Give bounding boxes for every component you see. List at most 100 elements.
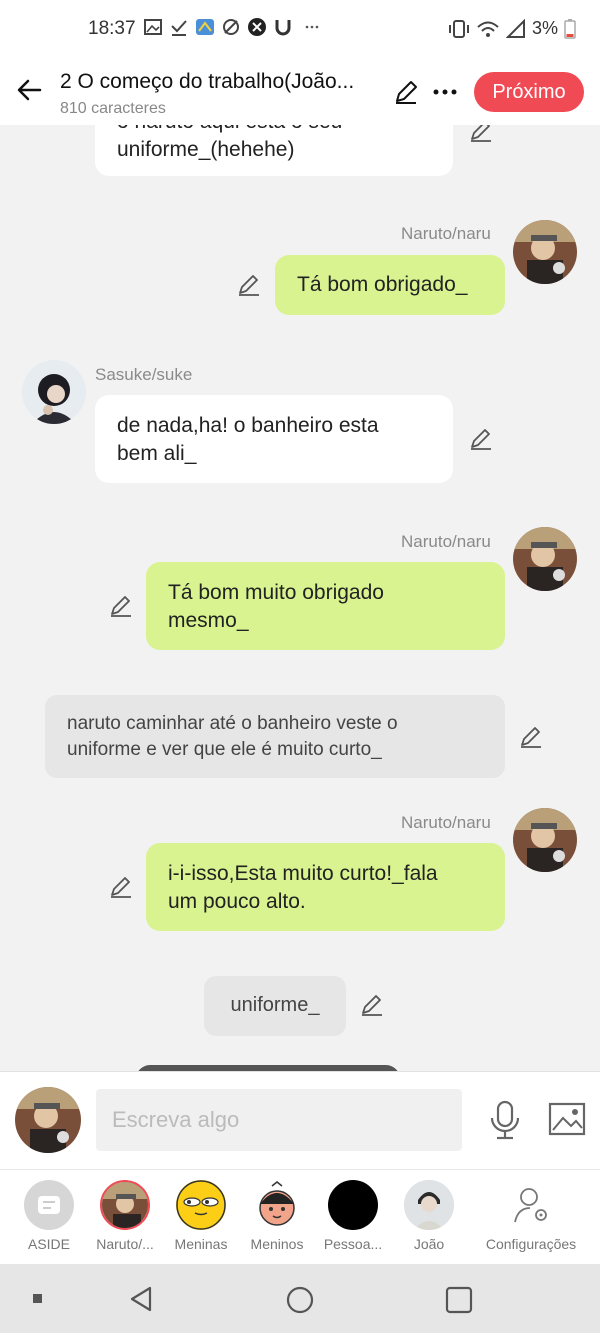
meninos-avatar	[252, 1180, 302, 1230]
user-settings-icon	[506, 1180, 556, 1230]
character-label: Meninos	[250, 1236, 304, 1252]
character-label: João	[413, 1236, 445, 1252]
character-name: Naruto/naru	[401, 813, 491, 832]
notification-icons	[143, 17, 325, 37]
back-button[interactable]	[14, 74, 46, 106]
message-bubble[interactable]: Tá bom obrigado_	[275, 255, 505, 315]
app-icon	[195, 17, 215, 37]
battery-percent: 3%	[531, 18, 558, 38]
message-line: um pouco alto.	[168, 890, 306, 913]
close-app-icon	[247, 17, 267, 37]
vibrate-icon	[448, 19, 469, 38]
pencil-icon	[111, 877, 131, 898]
home-circle-icon[interactable]	[285, 1285, 315, 1315]
pencil-icon	[396, 81, 417, 104]
message-input[interactable]	[96, 1089, 462, 1151]
character-label: ASIDE	[27, 1236, 70, 1252]
joao-avatar	[404, 1180, 454, 1230]
magnet-icon	[273, 17, 293, 37]
more-options-button[interactable]	[430, 78, 460, 106]
pencil-icon	[239, 275, 259, 296]
more-notifications-icon	[299, 17, 325, 37]
naruto-avatar[interactable]	[513, 527, 577, 591]
gallery-icon	[143, 17, 163, 37]
character-label: Meninas	[174, 1236, 228, 1252]
image-icon	[548, 1102, 586, 1136]
meninas-avatar	[176, 1180, 226, 1230]
settings-app-icon	[221, 17, 241, 37]
character-label: Pessoa...	[323, 1236, 383, 1252]
edit-message-button[interactable]	[518, 724, 544, 750]
character-meninos[interactable]: Meninos	[237, 1180, 317, 1252]
recents-square-icon[interactable]	[444, 1285, 474, 1315]
next-button[interactable]: Próximo	[474, 72, 584, 112]
pencil-icon	[471, 429, 491, 450]
settings-button[interactable]: Configurações	[480, 1180, 582, 1252]
pessoa-avatar	[328, 1180, 378, 1230]
system-nav-bar	[0, 1264, 600, 1333]
edit-message-button[interactable]	[108, 874, 134, 900]
menu-square-icon[interactable]	[32, 1293, 44, 1305]
status-time: 18:37	[88, 18, 136, 39]
message-bubble[interactable]: Tá bom muito obrigado mesmo_	[146, 562, 505, 650]
message-bubble[interactable]: i-i-isso,Esta muito curto!_fala um pouco…	[146, 843, 505, 931]
message-line: Tá bom muito obrigado	[168, 581, 384, 604]
microphone-icon	[490, 1100, 520, 1140]
battery-icon	[564, 18, 576, 39]
message-line: bem ali_	[117, 442, 197, 465]
back-triangle-icon[interactable]	[126, 1284, 156, 1314]
message-line: uniforme e ver que ele é muito curto_	[67, 739, 382, 760]
character-aside[interactable]: ASIDE	[9, 1180, 89, 1252]
edit-message-button[interactable]	[108, 593, 134, 619]
pencil-icon	[362, 995, 382, 1016]
edit-message-button[interactable]	[468, 426, 494, 452]
status-indicators: 3%	[448, 18, 576, 39]
pencil-icon	[471, 125, 491, 142]
edit-message-button[interactable]	[236, 272, 262, 298]
character-meninas[interactable]: Meninas	[161, 1180, 241, 1252]
message-line: naruto caminhar até o banheiro veste o	[67, 713, 398, 734]
download-icon	[169, 17, 189, 37]
message-bubble[interactable]: de nada,ha! o banheiro esta bem ali_	[95, 395, 453, 483]
arrow-left-icon	[17, 79, 42, 101]
character-pessoa[interactable]: Pessoa...	[313, 1180, 393, 1252]
character-bar: ASIDE Naruto/... Meninas Meninos Pessoa.…	[0, 1169, 600, 1264]
message-line: uniforme_(hehehe)	[117, 138, 295, 161]
message-line: de nada,ha! o banheiro esta	[117, 414, 379, 437]
status-bar: 18:37 3%	[0, 0, 600, 60]
edit-message-button[interactable]	[359, 992, 385, 1018]
character-count: 810 caracteres	[60, 100, 166, 117]
narration-bubble[interactable]: uniforme_	[204, 976, 346, 1036]
message-line: i-i-isso,Esta muito curto!_fala	[168, 862, 438, 885]
character-label: Naruto/...	[96, 1236, 154, 1252]
character-name: Naruto/naru	[401, 532, 491, 551]
wifi-icon	[477, 21, 499, 37]
more-icon	[433, 89, 457, 95]
character-label: Configurações	[485, 1236, 577, 1252]
message-line: mesmo_	[168, 609, 249, 632]
narration-bubble[interactable]: naruto caminhar até o banheiro veste o u…	[45, 695, 505, 778]
message-line: o naruto aqui esta o seu	[117, 125, 431, 136]
character-name: Sasuke/suke	[95, 365, 193, 384]
message-bubble[interactable]: o naruto aqui esta o seu uniforme_(heheh…	[95, 125, 453, 176]
aside-icon	[24, 1180, 74, 1230]
edit-message-button[interactable]	[468, 125, 494, 144]
naruto-avatar	[100, 1180, 150, 1230]
composer-bar	[0, 1071, 600, 1169]
selected-character-avatar[interactable]	[15, 1087, 81, 1153]
chapter-header: 2 O começo do trabalho(João... 810 carac…	[0, 60, 600, 125]
character-naruto[interactable]: Naruto/...	[85, 1180, 165, 1252]
character-name: Naruto/naru	[401, 224, 491, 243]
edit-title-button[interactable]	[392, 78, 420, 106]
signal-icon	[505, 18, 525, 38]
pencil-icon	[111, 596, 131, 617]
naruto-avatar[interactable]	[513, 808, 577, 872]
pencil-icon	[521, 727, 541, 748]
chat-area[interactable]: o naruto aqui esta o seu uniforme_(heheh…	[0, 125, 600, 1071]
sasuke-avatar[interactable]	[22, 360, 86, 424]
chapter-title[interactable]: 2 O começo do trabalho(João...	[60, 70, 380, 94]
insert-image-button[interactable]	[548, 1102, 586, 1136]
voice-input-button[interactable]	[488, 1100, 522, 1140]
naruto-avatar[interactable]	[513, 220, 577, 284]
character-joao[interactable]: João	[389, 1180, 469, 1252]
